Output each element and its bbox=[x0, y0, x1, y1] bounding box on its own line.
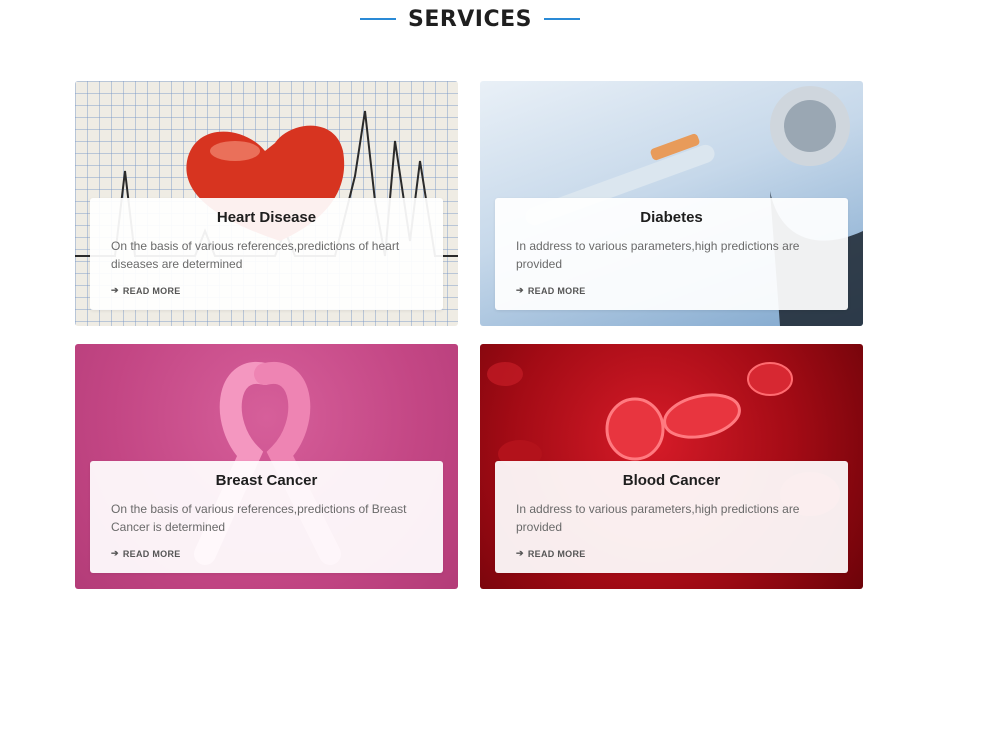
read-more-link[interactable]: ➔ READ MORE bbox=[111, 548, 181, 559]
card-title: Blood Cancer bbox=[622, 472, 721, 489]
card-description: On the basis of various references,predi… bbox=[111, 502, 407, 534]
arrow-right-icon: ➔ bbox=[516, 548, 524, 558]
card-panel: Heart Disease On the basis of various re… bbox=[90, 198, 443, 310]
card-title: Breast Cancer bbox=[215, 472, 318, 489]
section-header: SERVICES bbox=[0, 4, 940, 34]
card-description: In address to various parameters,high pr… bbox=[516, 239, 800, 271]
section-title: SERVICES bbox=[407, 6, 533, 32]
read-more-link[interactable]: ➔ READ MORE bbox=[111, 285, 181, 296]
card-description: On the basis of various references,predi… bbox=[111, 239, 400, 271]
read-more-label: READ MORE bbox=[527, 285, 586, 296]
arrow-right-icon: ➔ bbox=[111, 548, 119, 558]
card-panel: Diabetes In address to various parameter… bbox=[495, 198, 848, 310]
arrow-right-icon: ➔ bbox=[516, 285, 524, 295]
card-description: In address to various parameters,high pr… bbox=[516, 502, 800, 534]
arrow-right-icon: ➔ bbox=[111, 285, 119, 295]
read-more-label: READ MORE bbox=[527, 548, 586, 559]
read-more-link[interactable]: ➔ READ MORE bbox=[516, 285, 586, 296]
card-panel: Breast Cancer On the basis of various re… bbox=[90, 461, 443, 573]
service-card-breast-cancer[interactable]: Breast Cancer On the basis of various re… bbox=[75, 344, 458, 589]
card-panel: Blood Cancer In address to various param… bbox=[495, 461, 848, 573]
read-more-link[interactable]: ➔ READ MORE bbox=[516, 548, 586, 559]
card-title: Diabetes bbox=[640, 209, 703, 226]
card-title: Heart Disease bbox=[216, 209, 317, 226]
read-more-label: READ MORE bbox=[122, 548, 181, 559]
header-line-right bbox=[544, 18, 581, 20]
service-card-diabetes[interactable]: Diabetes In address to various parameter… bbox=[480, 81, 863, 326]
service-card-heart-disease[interactable]: Heart Disease On the basis of various re… bbox=[75, 81, 458, 326]
service-card-blood-cancer[interactable]: Blood Cancer In address to various param… bbox=[480, 344, 863, 589]
header-line-left bbox=[359, 18, 396, 20]
read-more-label: READ MORE bbox=[122, 285, 181, 296]
